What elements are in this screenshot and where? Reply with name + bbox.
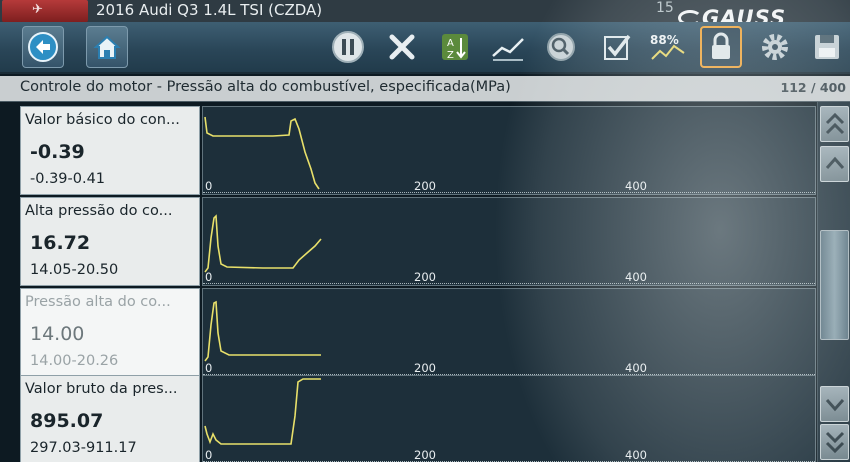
scroll-top-button[interactable] bbox=[820, 106, 849, 142]
pause-icon bbox=[332, 31, 364, 63]
tick-label: 200 bbox=[414, 448, 436, 462]
scroll-thumb[interactable] bbox=[820, 230, 849, 340]
pid-graph[interactable]: 0 200 400 bbox=[202, 375, 816, 462]
pid-label-box[interactable]: Alta pressão do co... 16.72 14.05-20.50 bbox=[20, 197, 200, 286]
pid-graph[interactable]: 0 200 400 bbox=[202, 197, 816, 286]
graph-icon bbox=[492, 38, 524, 61]
sort-button[interactable]: A Z bbox=[434, 26, 476, 68]
lock-button[interactable] bbox=[700, 26, 742, 68]
pid-row[interactable]: Alta pressão do co... 16.72 14.05-20.50 … bbox=[20, 197, 816, 286]
clear-button[interactable] bbox=[381, 26, 423, 68]
tick-label: 200 bbox=[414, 179, 436, 193]
checkmark-icon bbox=[604, 34, 631, 60]
pid-trace bbox=[204, 300, 321, 362]
tick-label: 400 bbox=[625, 179, 647, 193]
app-logo: ✈ bbox=[2, 0, 88, 22]
pid-trace bbox=[204, 116, 320, 190]
chevron-up-icon bbox=[825, 156, 844, 169]
pid-name: Pressão alta do co... bbox=[25, 294, 171, 310]
tick-label: 400 bbox=[625, 448, 647, 462]
scroll-up-button[interactable] bbox=[820, 146, 849, 182]
pid-row[interactable]: Valor básico do con... -0.39 -0.39-0.41 … bbox=[20, 106, 816, 195]
lock-icon bbox=[712, 32, 730, 59]
gear-icon bbox=[762, 34, 788, 60]
pid-range: 297.03-911.17 bbox=[30, 440, 137, 456]
pid-label-box[interactable]: Valor básico do con... -0.39 -0.39-0.41 bbox=[20, 106, 200, 195]
pid-label-box[interactable]: Pressão alta do co... 14.00 14.00-20.26 bbox=[20, 288, 200, 377]
svg-text:Z: Z bbox=[447, 50, 454, 61]
pid-label-box[interactable]: Valor bruto da pres... 895.07 297.03-911… bbox=[20, 375, 200, 462]
pid-name: Valor básico do con... bbox=[25, 112, 180, 128]
home-button[interactable] bbox=[86, 26, 128, 68]
x-axis bbox=[203, 192, 815, 193]
scroll-down-button[interactable] bbox=[820, 386, 849, 422]
double-chevron-up-icon bbox=[825, 112, 844, 135]
pid-counter: 112 / 400 bbox=[780, 80, 846, 95]
pid-value: -0.39 bbox=[30, 141, 85, 163]
pid-row[interactable]: Valor bruto da pres... 895.07 297.03-911… bbox=[20, 375, 816, 462]
pid-range: -0.39-0.41 bbox=[30, 171, 106, 187]
back-button[interactable] bbox=[22, 26, 64, 68]
tick-label: 200 bbox=[414, 361, 436, 375]
pid-graph[interactable]: 0 200 400 bbox=[202, 106, 816, 195]
header-title: Controle do motor - Pressão alta do comb… bbox=[20, 79, 511, 95]
pid-trace bbox=[204, 378, 321, 445]
tick-label: 0 bbox=[205, 448, 213, 462]
scroll-bar[interactable] bbox=[817, 102, 850, 462]
tick-label: 400 bbox=[625, 270, 647, 284]
title-bar: ✈ 2016 Audi Q3 1.4L TSI (CZDA) 15 GAUSS bbox=[0, 0, 850, 30]
save-button[interactable] bbox=[806, 26, 848, 68]
settings-button[interactable] bbox=[754, 26, 796, 68]
pid-value: 14.00 bbox=[30, 323, 85, 345]
double-chevron-down-icon bbox=[825, 431, 844, 454]
tick-label: 0 bbox=[205, 179, 213, 193]
select-button[interactable] bbox=[596, 26, 638, 68]
toolbar: A Z 88% bbox=[0, 22, 850, 74]
pid-name: Valor bruto da pres... bbox=[25, 381, 178, 397]
home-icon bbox=[93, 35, 121, 59]
pid-graph[interactable]: 0 200 400 bbox=[202, 288, 816, 377]
svg-text:A: A bbox=[447, 38, 454, 49]
zoom-icon bbox=[547, 33, 575, 61]
back-arrow-icon bbox=[28, 32, 58, 62]
percent-88-icon: 88% bbox=[650, 33, 685, 60]
vehicle-title: 2016 Audi Q3 1.4L TSI (CZDA) bbox=[96, 1, 323, 19]
close-icon bbox=[389, 34, 415, 60]
percent-button[interactable]: 88% bbox=[647, 26, 689, 68]
graph-button[interactable] bbox=[487, 26, 529, 68]
pid-value: 16.72 bbox=[30, 232, 91, 254]
clock: 15 bbox=[656, 0, 674, 16]
pid-range: 14.00-20.26 bbox=[30, 353, 119, 369]
pause-button[interactable] bbox=[327, 26, 369, 68]
zoom-button[interactable] bbox=[540, 26, 582, 68]
tick-label: 0 bbox=[205, 270, 213, 284]
sort-az-icon: A Z bbox=[442, 34, 468, 61]
pid-row[interactable]: Pressão alta do co... 14.00 14.00-20.26 … bbox=[20, 288, 816, 377]
pid-value: 895.07 bbox=[30, 410, 104, 432]
tick-label: 0 bbox=[205, 361, 213, 375]
scroll-bottom-button[interactable] bbox=[820, 424, 849, 460]
save-icon bbox=[815, 35, 839, 59]
pid-range: 14.05-20.50 bbox=[30, 262, 119, 278]
x-axis bbox=[203, 283, 815, 284]
chevron-down-icon bbox=[825, 399, 844, 412]
svg-text:88%: 88% bbox=[650, 33, 679, 47]
pid-header: Controle do motor - Pressão alta do comb… bbox=[0, 76, 850, 102]
tick-label: 400 bbox=[625, 361, 647, 375]
pid-trace bbox=[204, 214, 322, 273]
tick-label: 200 bbox=[414, 270, 436, 284]
pid-name: Alta pressão do co... bbox=[25, 203, 173, 219]
